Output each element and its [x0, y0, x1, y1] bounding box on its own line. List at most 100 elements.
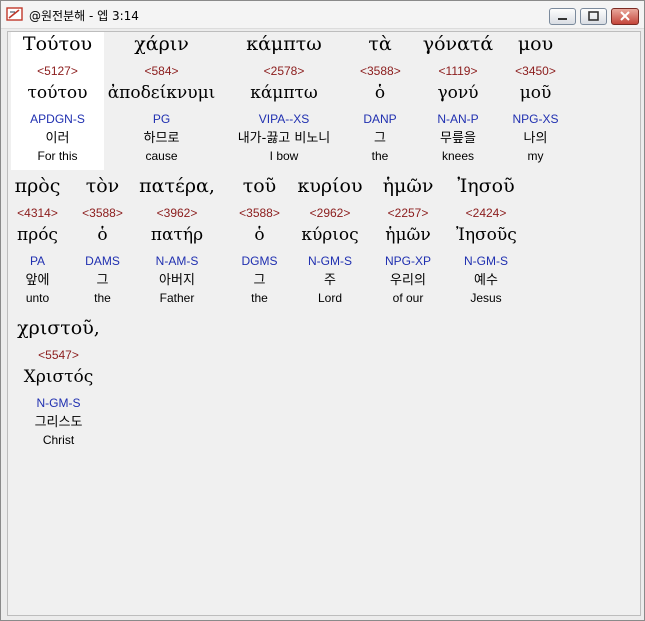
parsing-code: DANP	[363, 112, 397, 126]
english-gloss: cause	[145, 149, 178, 163]
english-gloss: unto	[25, 291, 50, 305]
english-gloss: Lord	[317, 291, 343, 305]
word-column[interactable]: πρὸς <4314> πρός PA 앞에 unto	[11, 174, 64, 312]
bible-app-icon	[6, 7, 23, 21]
english-gloss: my	[527, 149, 544, 163]
word-column[interactable]: κυρίου <2962> κύριος N-GM-S 주 Lord	[296, 174, 364, 312]
korean-gloss: 그리스도	[34, 415, 83, 430]
lexical-form: κύριος	[301, 225, 359, 245]
lexical-form: Ἰησοῦς	[456, 225, 517, 245]
greek-word: Τούτου	[22, 33, 93, 55]
lexical-form: πρός	[17, 225, 58, 245]
parsing-code: N-AM-S	[155, 254, 199, 268]
korean-gloss: 아버지	[159, 273, 195, 288]
korean-gloss: 그	[253, 273, 266, 288]
greek-word: ἡμῶν	[382, 175, 434, 197]
parsing-code: N-GM-S	[308, 254, 352, 268]
title-bar[interactable]: @원전분해 - 엡 3:14	[1, 1, 644, 29]
word-column[interactable]: ἡμῶν <2257> ἡμῶν NPG-XP 우리의 of our	[380, 174, 436, 312]
word-column[interactable]: μου <3450> μοῦ NPG-XS 나의 my	[508, 32, 563, 170]
greek-word: πρὸς	[14, 175, 61, 197]
english-gloss: of our	[392, 291, 424, 305]
parsing-code: VIPA--XS	[258, 112, 310, 126]
greek-word: Ἰησοῦ	[457, 175, 515, 197]
maximize-icon	[588, 11, 599, 21]
strong-number[interactable]: <4314>	[11, 206, 64, 221]
korean-gloss: 그	[96, 273, 109, 288]
strong-number[interactable]: <2578>	[230, 64, 338, 79]
parsing-code: DAMS	[85, 254, 120, 268]
parsing-code: DGMS	[241, 254, 278, 268]
korean-gloss: 무릎을	[440, 131, 476, 146]
strong-number[interactable]: <3588>	[81, 206, 124, 221]
korean-gloss: 주	[324, 273, 336, 288]
greek-word: χριστοῦ,	[17, 317, 100, 339]
korean-gloss: 하므로	[143, 131, 180, 146]
english-gloss: For this	[37, 149, 78, 163]
greek-word: τὰ	[368, 33, 392, 55]
strong-number[interactable]: <584>	[104, 64, 219, 79]
app-window: @원전분해 - 엡 3:14 Τούτου <5127> τούτου APDGN-S…	[0, 0, 645, 621]
strong-number[interactable]: <2424>	[456, 206, 516, 221]
lexical-form: κάμπτω	[250, 83, 318, 103]
minimize-icon	[558, 18, 567, 20]
word-column[interactable]: Ἰησοῦ <2424> Ἰησοῦς N-GM-S 예수 Jesus	[456, 174, 517, 312]
parsing-code: NPG-XP	[384, 254, 431, 268]
greek-word: τὸν	[85, 175, 120, 197]
parsing-code: PG	[152, 112, 171, 126]
strong-number[interactable]: <3962>	[136, 206, 218, 221]
strong-number[interactable]: <3450>	[508, 64, 563, 79]
strong-number[interactable]: <3588>	[238, 206, 281, 221]
parsing-code: PA	[29, 254, 46, 268]
close-icon	[620, 11, 630, 21]
english-gloss: I bow	[269, 149, 299, 163]
close-button[interactable]	[611, 8, 639, 25]
strong-number[interactable]: <3588>	[360, 64, 401, 79]
parsing-code: N-GM-S	[36, 396, 81, 410]
parsing-code: NPG-XS	[512, 112, 559, 126]
word-column[interactable]: τὸν <3588> ὁ DAMS 그 the	[81, 174, 124, 312]
word-column[interactable]: Τούτου <5127> τούτου APDGN-S 이러 For this	[11, 32, 104, 170]
english-gloss: the	[371, 149, 389, 163]
greek-word: κυρίου	[297, 175, 363, 197]
word-column[interactable]: κάμπτω <2578> κάμπτω VIPA--XS 내가-끓고 비노니 I bow	[230, 32, 338, 170]
lexical-form: γονύ	[437, 83, 479, 103]
greek-word: κάμπτω	[246, 33, 322, 55]
strong-number[interactable]: <2257>	[380, 206, 436, 221]
korean-gloss: 예수	[474, 273, 498, 288]
strong-number[interactable]: <5547>	[11, 348, 106, 363]
strong-number[interactable]: <2962>	[296, 206, 364, 221]
korean-gloss: 이러	[45, 131, 70, 146]
word-column[interactable]: γόνατά <1119> γονύ N-AN-P 무릎을 knees	[413, 32, 503, 170]
word-column[interactable]: τοῦ <3588> ὁ DGMS 그 the	[238, 174, 281, 312]
word-column[interactable]: τὰ <3588> ὁ DANP 그 the	[360, 32, 401, 170]
lexical-form: πατήρ	[150, 225, 204, 245]
word-column[interactable]: χριστοῦ, <5547> Χριστός N-GM-S 그리스도 Christ	[11, 316, 106, 454]
lexical-form: μοῦ	[519, 83, 552, 103]
korean-gloss: 그	[374, 131, 386, 146]
strong-number[interactable]: <1119>	[413, 64, 503, 79]
lexical-form: ἡμῶν	[385, 225, 431, 245]
greek-word: γόνατά	[422, 33, 494, 55]
greek-word: μου	[517, 33, 554, 55]
minimize-button[interactable]	[549, 8, 576, 25]
maximize-button[interactable]	[580, 8, 607, 25]
parsing-code: N-AN-P	[437, 112, 479, 126]
lexical-form: ὁ	[97, 225, 108, 245]
lexical-form: Χριστός	[23, 367, 94, 387]
lexical-form: ὁ	[374, 83, 386, 103]
english-gloss: Christ	[42, 433, 75, 447]
lexical-form: τούτου	[27, 83, 88, 103]
strong-number[interactable]: <5127>	[11, 64, 104, 79]
interlinear-view[interactable]: Τούτου <5127> τούτου APDGN-S 이러 For this χάριν…	[7, 31, 641, 616]
window-title: @원전분해 - 엡 3:14	[29, 9, 139, 23]
korean-gloss: 앞에	[25, 273, 50, 288]
english-gloss: Jesus	[470, 291, 502, 305]
word-column[interactable]: πατέρα, <3962> πατήρ N-AM-S 아버지 Father	[136, 174, 218, 312]
korean-gloss: 나의	[523, 131, 548, 146]
korean-gloss: 내가-끓고 비노니	[237, 131, 331, 146]
lexical-form: ἀποδείκνυμι	[107, 83, 216, 103]
english-gloss: knees	[441, 149, 475, 163]
word-column[interactable]: χάριν <584> ἀποδείκνυμι PG 하므로 cause	[104, 32, 219, 170]
greek-word: χάριν	[134, 33, 189, 55]
